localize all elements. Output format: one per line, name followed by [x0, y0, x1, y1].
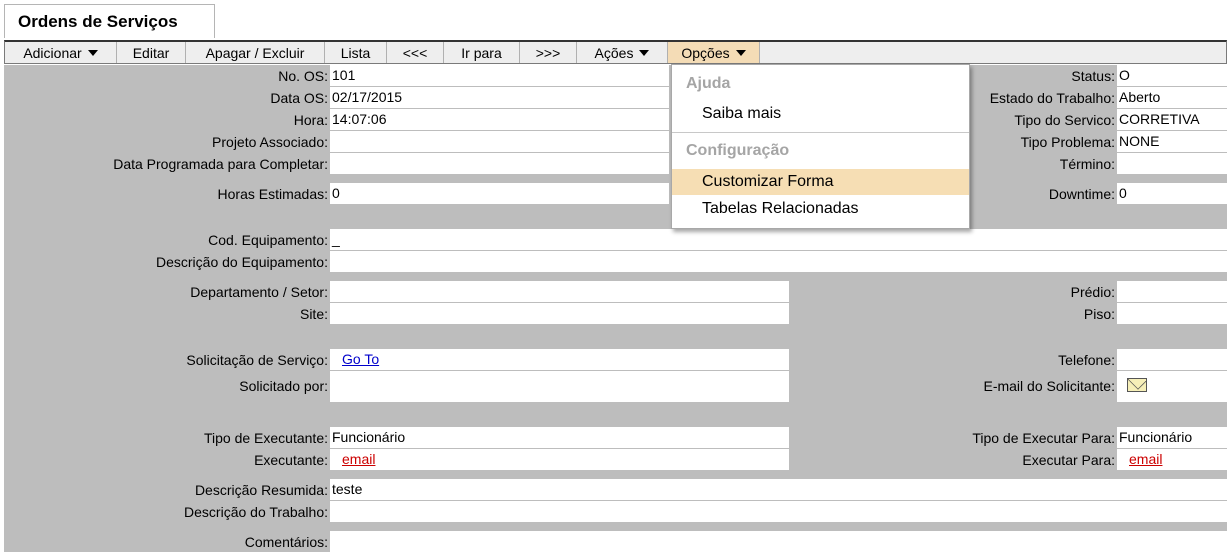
opcoes-dropdown-menu: Ajuda Saiba mais Configuração Customizar… [671, 64, 970, 229]
solicitado-por-label: Solicitado por: [239, 378, 328, 394]
cod-equipamento-field[interactable]: _ [330, 229, 1227, 250]
telefone-field[interactable] [1117, 349, 1227, 370]
chevron-down-icon [87, 49, 98, 56]
work-order-form: No. OS: 101 Data OS: 02/17/2015 Hora: 14… [4, 65, 1227, 552]
menu-apagar-label: Apagar / Excluir [205, 44, 305, 61]
descricao-equipamento-label: Descrição do Equipamento: [156, 254, 328, 270]
menu-editar-label: Editar [132, 44, 170, 61]
menu-next-label: >>> [535, 44, 561, 61]
menu-editar[interactable]: Editar [117, 42, 186, 63]
executar-para-email-link[interactable]: email [1129, 451, 1162, 467]
menu-item-customizar-forma[interactable]: Customizar Forma [672, 169, 969, 195]
chevron-down-icon [735, 49, 746, 56]
tipo-executante-label: Tipo de Executante: [203, 430, 328, 446]
predio-label: Prédio: [1070, 284, 1115, 300]
descricao-resumida-field[interactable]: teste [330, 479, 1227, 500]
menu-lista-label: Lista [340, 44, 371, 61]
comentarios-label: Comentários: [244, 534, 328, 550]
data-os-field[interactable]: 02/17/2015 [330, 87, 669, 108]
hora-field[interactable]: 14:07:06 [330, 109, 669, 130]
executar-para-label: Executar Para: [1022, 452, 1115, 468]
cod-equipamento-label: Cod. Equipamento: [208, 232, 328, 248]
menu-apagar[interactable]: Apagar / Excluir [186, 42, 325, 63]
menu-adicionar-label: Adicionar [23, 44, 82, 61]
departamento-field[interactable] [330, 281, 789, 302]
piso-field[interactable] [1117, 303, 1227, 324]
solicitado-por-field[interactable] [330, 371, 789, 402]
menu-item-tabelas-relacionadas[interactable]: Tabelas Relacionadas [672, 196, 969, 222]
data-programada-label: Data Programada para Completar: [113, 156, 328, 172]
menu-acoes-label: Ações [594, 44, 634, 61]
comentarios-field[interactable] [330, 531, 1227, 552]
menu-next[interactable]: >>> [520, 42, 577, 63]
piso-label: Piso: [1083, 306, 1115, 322]
menu-prev-label: <<< [402, 44, 428, 61]
email-solicitante-label: E-mail do Solicitante: [983, 378, 1115, 394]
page-title-tab[interactable]: Ordens de Serviços [4, 4, 215, 38]
site-field[interactable] [330, 303, 789, 324]
toolbar: Adicionar Editar Apagar / Excluir Lista … [4, 40, 1227, 64]
email-solicitante-field [1117, 371, 1227, 402]
go-to-link[interactable]: Go To [342, 351, 379, 367]
menu-item-saiba-mais[interactable]: Saiba mais [672, 101, 969, 127]
descricao-trabalho-label: Descrição do Trabalho: [184, 504, 328, 520]
status-field[interactable]: O [1117, 65, 1227, 86]
projeto-label: Projeto Associado: [212, 134, 328, 150]
menu-ir-para[interactable]: Ir para [444, 42, 520, 63]
telefone-label: Telefone: [1058, 352, 1115, 368]
tipo-problema-field[interactable]: NONE [1117, 131, 1227, 152]
downtime-field[interactable]: 0 [1117, 183, 1227, 204]
solicitacao-field: Go To [330, 349, 789, 370]
menu-ir-para-label: Ir para [461, 44, 502, 61]
dropdown-divider [672, 132, 969, 133]
predio-field[interactable] [1117, 281, 1227, 302]
departamento-label: Departamento / Setor: [190, 284, 328, 300]
tipo-executar-para-field[interactable]: Funcionário [1117, 427, 1227, 448]
menu-opcoes[interactable]: Opções [668, 42, 760, 63]
hora-label: Hora: [293, 112, 328, 128]
dropdown-header-ajuda: Ajuda [686, 75, 731, 92]
executante-email-link[interactable]: email [342, 451, 375, 467]
horas-estimadas-field[interactable]: 0 [330, 183, 669, 204]
termino-field[interactable] [1117, 153, 1227, 174]
tipo-servico-field[interactable]: CORRETIVA [1117, 109, 1227, 130]
projeto-field[interactable] [330, 131, 669, 152]
menu-lista[interactable]: Lista [325, 42, 387, 63]
data-programada-field[interactable] [330, 153, 669, 174]
no-os-label: No. OS: [278, 68, 328, 84]
site-label: Site: [299, 306, 328, 322]
horas-estimadas-label: Horas Estimadas: [217, 186, 328, 202]
data-os-label: Data OS: [270, 90, 328, 106]
executante-field: email [330, 449, 789, 470]
menu-adicionar[interactable]: Adicionar [5, 42, 117, 63]
menu-acoes[interactable]: Ações [577, 42, 668, 63]
menu-opcoes-label: Opções [681, 44, 730, 61]
descricao-equipamento-field[interactable] [330, 251, 1227, 272]
menu-prev[interactable]: <<< [387, 42, 444, 63]
dropdown-header-configuracao: Configuração [686, 142, 790, 159]
estado-field[interactable]: Aberto [1117, 87, 1227, 108]
no-os-field[interactable]: 101 [330, 65, 669, 86]
descricao-resumida-label: Descrição Resumida: [194, 482, 328, 498]
descricao-trabalho-field[interactable] [330, 501, 1227, 522]
executante-label: Executante: [254, 452, 328, 468]
chevron-down-icon [639, 49, 650, 56]
tipo-executante-field[interactable]: Funcionário [330, 427, 789, 448]
executar-para-field: email [1117, 449, 1227, 470]
tipo-executar-para-label: Tipo de Executar Para: [972, 430, 1115, 446]
envelope-icon[interactable] [1127, 378, 1147, 392]
solicitacao-label: Solicitação de Serviço: [186, 352, 328, 368]
